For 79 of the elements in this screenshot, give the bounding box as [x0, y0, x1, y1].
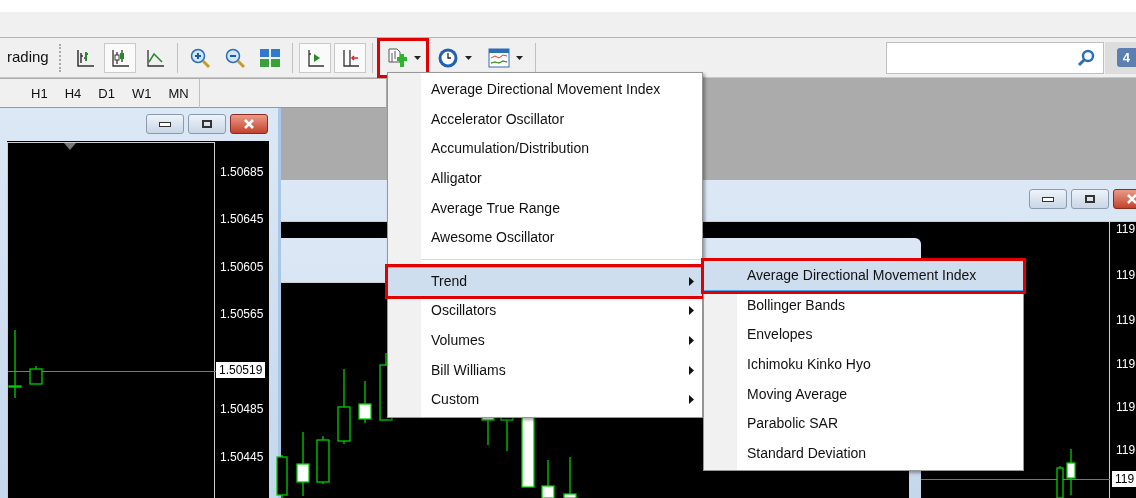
candlestick-icon [110, 47, 130, 68]
price-label: 119 [1116, 443, 1136, 457]
template-icon [487, 47, 510, 68]
submenu-arrow-icon [689, 306, 694, 316]
timeframe-button[interactable]: W1 [131, 83, 152, 104]
caret-icon [464, 55, 472, 60]
submenu-arrow-icon [689, 365, 694, 375]
menu-item[interactable]: Moving Average [704, 379, 1023, 409]
toolbar-button[interactable] [299, 42, 331, 73]
close-icon [243, 119, 255, 129]
autoscroll-icon [305, 47, 325, 68]
menu-item[interactable]: Accelerator Oscillator [388, 104, 702, 135]
notification-badge[interactable]: 4 [1116, 47, 1136, 68]
candlestick [296, 431, 310, 497]
toolbar-label: rading [7, 47, 50, 68]
candlestick [541, 459, 555, 498]
candlestick [563, 456, 577, 498]
candlestick [1066, 448, 1076, 496]
current-price-label: 1.50519 [216, 362, 266, 378]
clock-icon [436, 46, 459, 69]
price-label: 119 [1116, 222, 1136, 236]
zoom-out-icon [224, 46, 246, 69]
caret-icon [515, 55, 523, 60]
menu-item[interactable]: Parabolic SAR [704, 408, 1023, 439]
toolbar-button[interactable] [379, 39, 427, 76]
menu-item[interactable]: Average Directional Movement Index [388, 75, 702, 105]
price-label: 1.50685 [220, 165, 264, 179]
timeframe-button[interactable]: MN [168, 83, 189, 104]
menu-item[interactable]: Bill Williams [388, 355, 702, 385]
submenu-arrow-icon [689, 277, 694, 287]
menu-item[interactable]: Alligator [388, 163, 702, 194]
price-label: 119 [1116, 313, 1136, 327]
close-button[interactable] [230, 114, 268, 134]
price-label: 1.50565 [220, 307, 264, 321]
menu-item[interactable]: Bollinger Bands [704, 290, 1023, 321]
bar-chart-icon [75, 47, 95, 68]
candlestick [29, 365, 43, 385]
add-indicator-icon [385, 46, 408, 69]
candlestick [316, 435, 330, 485]
menu-item[interactable]: Average Directional Movement Index [704, 261, 1023, 291]
toolbar-button[interactable] [104, 42, 136, 73]
menu-item[interactable]: Ichimoku Kinko Hyo [704, 349, 1023, 380]
menu-item[interactable]: Oscillators [388, 296, 702, 326]
price-label: 119 [1116, 357, 1136, 371]
tile-windows-icon [259, 47, 281, 68]
menu-item[interactable]: Standard Deviation [704, 438, 1023, 469]
menu-item[interactable]: Average True Range [388, 193, 702, 223]
chart-shift-icon [340, 47, 360, 68]
scroll-marker-icon [64, 143, 76, 150]
timeframe-button[interactable]: H1 [31, 83, 48, 104]
menu-item[interactable]: Awesome Oscillator [388, 222, 702, 253]
maximize-button[interactable] [188, 114, 226, 134]
search-field[interactable] [886, 41, 1104, 74]
menu-item[interactable]: Accumulation/Distribution [388, 134, 702, 164]
menu-item[interactable]: Trend [388, 266, 702, 297]
price-label: 1.50605 [220, 260, 264, 274]
candlestick [358, 380, 372, 424]
zoom-in-icon [189, 46, 211, 69]
maximize-button[interactable] [1071, 189, 1109, 209]
price-label: 119 [1116, 268, 1136, 282]
search-icon [1077, 48, 1095, 67]
price-label: 1.50485 [220, 402, 264, 416]
submenu-arrow-icon [689, 395, 694, 405]
price-label: 1.50445 [220, 450, 264, 464]
menu-item[interactable]: Envelopes [704, 320, 1023, 350]
timeframe-button[interactable]: D1 [98, 83, 115, 104]
current-price-label: 119 [1112, 471, 1136, 487]
line-chart-icon [145, 47, 165, 68]
caret-icon [413, 55, 421, 60]
close-icon [1126, 194, 1136, 204]
minimize-button[interactable] [1029, 189, 1067, 209]
timeframe-button[interactable]: H4 [64, 83, 82, 104]
toolbar-button[interactable] [334, 42, 366, 73]
submenu-arrow-icon [689, 336, 694, 346]
price-label: 1.50645 [220, 212, 264, 226]
minimize-button[interactable] [146, 114, 184, 134]
menu-item[interactable]: Volumes [388, 325, 702, 356]
price-label: 119 [1116, 400, 1136, 414]
menu-item[interactable]: Custom [388, 384, 702, 415]
